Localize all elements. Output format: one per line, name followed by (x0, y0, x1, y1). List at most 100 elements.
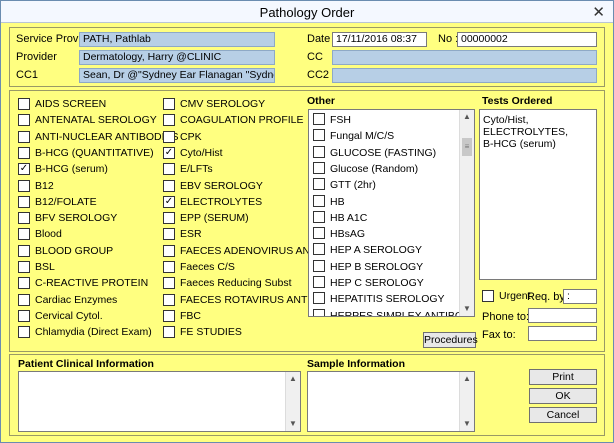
checkbox-box[interactable] (163, 244, 175, 257)
print-button[interactable]: Print (529, 369, 597, 385)
checkbox-box[interactable] (18, 98, 30, 110)
other-list-item[interactable]: FSH (313, 113, 351, 130)
checkbox-box[interactable] (18, 277, 30, 290)
test-label: Cervical Cytol. (35, 309, 103, 322)
other-tests-list[interactable]: FSH Fungal M/C/S GLUCOSE (FASTING) Glucose … (308, 109, 475, 317)
checkbox-box[interactable] (163, 309, 175, 322)
checkbox-box[interactable] (313, 308, 325, 316)
clinical-info-scrollbar[interactable]: ▲ ▼ (285, 372, 300, 431)
checkbox-box[interactable] (313, 194, 325, 207)
checkbox-box[interactable] (163, 228, 175, 241)
cancel-button[interactable]: Cancel (529, 407, 597, 423)
sample-info-textarea[interactable]: ▲ ▼ (307, 371, 475, 432)
test-label: BSL (35, 261, 55, 273)
cc1-field[interactable]: Sean, Dr @"Sydney Ear Flanagan "Sydney E… (79, 68, 275, 83)
ok-button[interactable]: OK (529, 388, 597, 404)
scroll-up-icon[interactable]: ▲ (286, 372, 300, 386)
test-label: Cyto/Hist (180, 146, 223, 159)
order-no-label: No : (438, 33, 459, 45)
tests-ordered-heading: Tests Ordered (482, 95, 553, 107)
scroll-thumb[interactable]: ≡ (462, 138, 472, 156)
checkbox-box[interactable] (313, 113, 325, 125)
checkbox-box[interactable]: ✓ (163, 195, 175, 208)
other-list-item[interactable]: HERPES SIMPLEX ANTIBODY (313, 308, 474, 316)
order-no-field[interactable]: 00000002 (457, 32, 597, 47)
checkbox-box[interactable] (313, 145, 325, 158)
date-field[interactable]: 17/11/2016 08:37 (332, 32, 427, 47)
other-list-item[interactable]: Fungal M/C/S (313, 129, 394, 146)
checkbox-box[interactable] (163, 261, 175, 273)
test-label: AIDS SCREEN (35, 98, 107, 110)
procedures-button[interactable]: Procedures (423, 332, 478, 348)
close-icon[interactable]: ✕ (592, 3, 605, 21)
clinical-info-heading: Patient Clinical Information (18, 358, 154, 370)
other-list-item[interactable]: HB (313, 194, 345, 212)
scroll-down-icon[interactable]: ▼ (460, 302, 474, 316)
checkbox-box[interactable] (163, 326, 175, 339)
cc1-label: CC1 (16, 69, 39, 81)
checkbox-box[interactable] (18, 195, 30, 208)
checkbox-box[interactable] (18, 293, 30, 306)
checkbox-box[interactable] (18, 130, 30, 143)
checkbox-box[interactable] (313, 259, 325, 272)
test-label: FBC (180, 309, 201, 322)
cc-field[interactable] (332, 50, 597, 65)
checkbox-box[interactable] (163, 179, 175, 192)
checkbox-box[interactable] (313, 161, 325, 174)
checkbox-box[interactable] (18, 309, 30, 322)
checkbox-box[interactable] (18, 114, 30, 127)
fax-to-field[interactable] (528, 326, 597, 341)
checkbox-box[interactable] (313, 276, 325, 288)
phone-to-label: Phone to: (482, 311, 530, 323)
scroll-up-icon[interactable]: ▲ (460, 110, 474, 124)
tests-ordered-box[interactable]: Cyto/Hist, ELECTROLYTES, B-HCG (serum) (479, 109, 597, 280)
checkbox-box[interactable] (313, 129, 325, 142)
other-list-item[interactable]: Glucose (Random) (313, 161, 418, 179)
urgent-checkbox-box[interactable] (482, 290, 494, 302)
cc2-field[interactable] (332, 68, 597, 83)
checkbox-box[interactable]: ✓ (18, 163, 30, 176)
checkbox-box[interactable] (163, 130, 175, 143)
other-list-item[interactable]: HEP A SEROLOGY (313, 243, 422, 260)
checkbox-box[interactable] (163, 293, 175, 306)
test-label: Blood (35, 228, 62, 241)
other-list-item[interactable]: HEPATITIS SEROLOGY (313, 292, 445, 309)
checkbox-box[interactable] (313, 292, 325, 305)
checkbox-box[interactable] (163, 98, 175, 110)
checkbox-box[interactable] (313, 178, 325, 191)
req-by-field[interactable]: : (563, 289, 597, 304)
other-list-item[interactable]: GLUCOSE (FASTING) (313, 145, 436, 163)
other-list-scrollbar[interactable]: ▲ ≡ ▼ (459, 110, 474, 316)
checkbox-box[interactable] (163, 114, 175, 127)
other-list-item[interactable]: HBsAG (313, 227, 365, 244)
checkbox-box[interactable] (18, 261, 30, 273)
checkbox-box[interactable] (163, 212, 175, 225)
phone-to-field[interactable] (528, 308, 597, 323)
scroll-up-icon[interactable]: ▲ (460, 372, 474, 386)
test-label: Chlamydia (Direct Exam) (35, 326, 152, 339)
sample-info-scrollbar[interactable]: ▲ ▼ (459, 372, 474, 431)
service-provider-field[interactable]: PATH, Pathlab (79, 32, 275, 47)
provider-field[interactable]: Dermatology, Harry @CLINIC (79, 50, 275, 65)
checkbox-box[interactable] (18, 228, 30, 241)
checkbox-box[interactable] (18, 179, 30, 192)
checkbox-box[interactable] (18, 146, 30, 159)
clinical-info-textarea[interactable]: ▲ ▼ (18, 371, 301, 432)
scroll-down-icon[interactable]: ▼ (460, 417, 474, 431)
other-list-item[interactable]: HEP C SEROLOGY (313, 276, 424, 293)
checkbox-box[interactable] (18, 326, 30, 339)
scroll-down-icon[interactable]: ▼ (286, 417, 300, 431)
other-list-item[interactable]: GTT (2hr) (313, 178, 376, 195)
checkbox-box[interactable] (313, 227, 325, 240)
checkbox-box[interactable] (313, 210, 325, 223)
other-list-item[interactable]: HB A1C (313, 210, 367, 228)
other-list-item[interactable]: HEP B SEROLOGY (313, 259, 423, 277)
checkbox-box[interactable] (18, 244, 30, 257)
checkbox-box[interactable] (313, 243, 325, 256)
checkbox-box[interactable] (163, 163, 175, 176)
checkbox-box[interactable] (163, 277, 175, 290)
checkbox-box[interactable]: ✓ (163, 146, 175, 159)
checkbox-box[interactable] (18, 212, 30, 225)
test-label: ANTI-NUCLEAR ANTIBODIES (35, 130, 179, 143)
pathology-order-window: Pathology Order ✕ Service Provider PATH,… (0, 0, 614, 443)
